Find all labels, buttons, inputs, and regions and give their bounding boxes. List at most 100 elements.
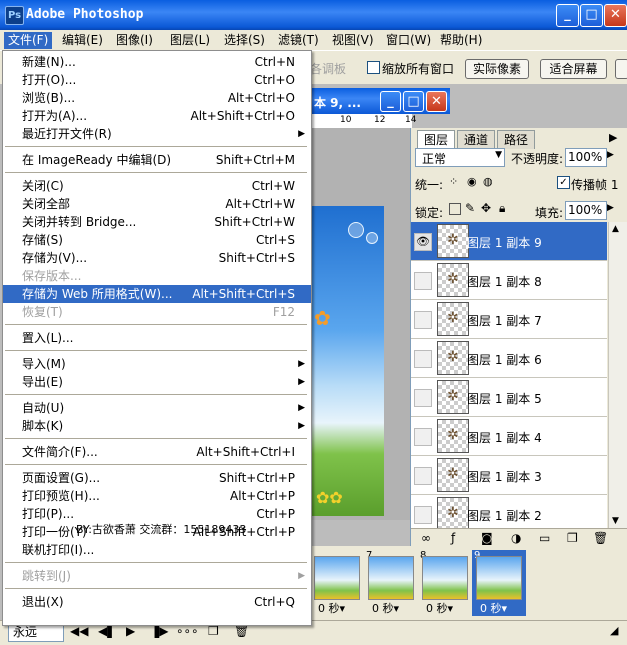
layer-row[interactable]: 👁︎ ✲ 图层 1 副本 9 <box>411 222 607 261</box>
file-menu-item[interactable]: 新建(N)... Ctrl+N <box>3 53 311 71</box>
layer-row[interactable]: ✲ 图层 1 副本 3 <box>411 456 607 495</box>
unify-visibility-icon[interactable]: ◉ <box>467 175 477 188</box>
layers-scrollbar[interactable]: ▲ ▼ <box>608 222 627 528</box>
doc-close-button[interactable]: ✕ <box>426 91 447 112</box>
new-layer-icon[interactable]: ❐ <box>567 531 578 545</box>
link-layers-icon[interactable]: ∞ <box>421 531 431 545</box>
file-menu-item[interactable]: 退出(X) Ctrl+Q <box>3 593 311 611</box>
eye-icon[interactable]: 👁︎ <box>414 233 432 251</box>
file-menu-item[interactable]: 关闭并转到 Bridge... Shift+Ctrl+W <box>3 213 311 231</box>
file-menu-item[interactable]: 关闭全部 Alt+Ctrl+W <box>3 195 311 213</box>
layer-row[interactable]: ✲ 图层 1 副本 6 <box>411 339 607 378</box>
menu-file[interactable]: 文件(F) <box>4 32 53 49</box>
fill-slider-arrow[interactable]: ▶ <box>607 203 614 213</box>
visibility-toggle[interactable] <box>414 467 432 485</box>
delete-frame-icon[interactable]: 🗑︎ <box>234 624 249 638</box>
menu-window[interactable]: 窗口(W) <box>382 32 435 49</box>
unify-style-icon[interactable]: ◍ <box>483 175 493 188</box>
layer-row[interactable]: ✲ 图层 1 副本 7 <box>411 300 607 339</box>
layer-mask-icon[interactable]: ◙ <box>481 531 493 545</box>
tab-channels[interactable]: 通道 <box>457 130 496 149</box>
file-menu-item[interactable]: 存储为(V)... Shift+Ctrl+S <box>3 249 311 267</box>
frame-delay[interactable]: 0 秒▾ <box>318 600 345 616</box>
file-menu-item[interactable]: 打开(O)... Ctrl+O <box>3 71 311 89</box>
file-menu-item[interactable]: 文件简介(F)... Alt+Shift+Ctrl+I <box>3 443 311 461</box>
opacity-input[interactable]: 100% <box>565 148 607 167</box>
file-menu-item[interactable]: 置入(L)... <box>3 329 311 347</box>
frame-delay[interactable]: 0 秒▾ <box>426 600 453 616</box>
menu-image[interactable]: 图像(I) <box>112 32 157 49</box>
tween-icon[interactable]: ∘∘∘ <box>176 624 199 638</box>
prev-frame-icon[interactable]: ◀▌ <box>98 624 116 638</box>
visibility-toggle[interactable] <box>414 428 432 446</box>
blend-mode-select[interactable]: 正常 ▼ <box>415 148 505 167</box>
fit-screen-button[interactable]: 适合屏幕 <box>540 59 607 79</box>
minimize-button[interactable]: _ <box>556 4 579 27</box>
resize-grip-icon[interactable]: ◢ <box>610 624 618 637</box>
zoom-all-windows-checkbox[interactable] <box>367 61 380 74</box>
layer-row[interactable]: ✲ 图层 1 副本 5 <box>411 378 607 417</box>
frame-delay[interactable]: 0 秒▾ <box>480 600 507 616</box>
animation-frame[interactable]: 7 0 秒▾ <box>364 550 416 616</box>
menu-help[interactable]: 帮助(H) <box>436 32 486 49</box>
layer-style-icon[interactable]: ƒ <box>451 531 455 545</box>
file-menu-item[interactable]: 脚本(K) ▶ <box>3 417 311 435</box>
lock-move-icon[interactable]: ✥ <box>481 201 491 215</box>
actual-pixels-button[interactable]: 实际像素 <box>465 59 529 79</box>
animation-frame-selected[interactable]: 9 0 秒▾ <box>472 550 526 616</box>
panel-menu-icon[interactable]: ▶ <box>609 131 617 144</box>
animation-frame[interactable]: 0 秒▾ <box>310 550 362 616</box>
maximize-button[interactable]: □ <box>580 4 603 27</box>
tab-layers[interactable]: 图层 <box>417 130 456 149</box>
document-image[interactable]: ✿ ✿✿ <box>312 206 384 516</box>
next-frame-icon[interactable]: ▐▶ <box>150 624 168 638</box>
menu-layer[interactable]: 图层(L) <box>166 32 214 49</box>
menu-select[interactable]: 选择(S) <box>220 32 269 49</box>
visibility-toggle[interactable] <box>414 506 432 524</box>
file-menu-item[interactable]: 打印预览(H)... Alt+Ctrl+P <box>3 487 311 505</box>
doc-maximize-button[interactable]: □ <box>403 91 424 112</box>
adjustment-layer-icon[interactable]: ◑ <box>511 531 521 545</box>
file-menu-item[interactable]: 存储(S) Ctrl+S <box>3 231 311 249</box>
trash-icon[interactable]: 🗑︎ <box>593 531 608 545</box>
menu-edit[interactable]: 编辑(E) <box>58 32 107 49</box>
visibility-toggle[interactable] <box>414 389 432 407</box>
file-menu-item[interactable]: 浏览(B)... Alt+Ctrl+O <box>3 89 311 107</box>
file-menu-item[interactable]: 存储为 Web 所用格式(W)... Alt+Shift+Ctrl+S <box>3 285 311 303</box>
layer-row[interactable]: ✲ 图层 1 副本 8 <box>411 261 607 300</box>
new-group-icon[interactable]: ▭ <box>539 531 550 545</box>
visibility-toggle[interactable] <box>414 350 432 368</box>
play-icon[interactable]: ▶ <box>126 624 135 638</box>
visibility-toggle[interactable] <box>414 311 432 329</box>
file-menu-item[interactable]: 导入(M) ▶ <box>3 355 311 373</box>
fill-input[interactable]: 100% <box>565 201 607 220</box>
file-menu-item[interactable]: 在 ImageReady 中编辑(D) Shift+Ctrl+M <box>3 151 311 169</box>
scroll-down-arrow[interactable]: ▼ <box>612 516 619 526</box>
visibility-toggle[interactable] <box>414 272 432 290</box>
menu-view[interactable]: 视图(V) <box>328 32 378 49</box>
duplicate-frame-icon[interactable]: ❐ <box>208 624 219 638</box>
doc-minimize-button[interactable]: _ <box>380 91 401 112</box>
lock-transparency-icon[interactable] <box>449 203 461 215</box>
layer-row[interactable]: ✲ 图层 1 副本 2 <box>411 495 607 528</box>
file-menu-item[interactable]: 联机打印(I)... <box>3 541 311 559</box>
frame-delay[interactable]: 0 秒▾ <box>372 600 399 616</box>
first-frame-icon[interactable]: ◀◀ <box>70 624 88 638</box>
file-menu-item[interactable]: 关闭(C) Ctrl+W <box>3 177 311 195</box>
lock-paint-icon[interactable]: ✎ <box>465 201 475 215</box>
file-menu-item[interactable]: 最近打开文件(R) ▶ <box>3 125 311 143</box>
file-menu-item[interactable]: 页面设置(G)... Shift+Ctrl+P <box>3 469 311 487</box>
close-button[interactable]: ✕ <box>604 4 627 27</box>
tab-paths[interactable]: 路径 <box>497 130 536 149</box>
file-menu-item[interactable]: 打开为(A)... Alt+Shift+Ctrl+O <box>3 107 311 125</box>
menu-filter[interactable]: 滤镜(T) <box>274 32 323 49</box>
opacity-slider-arrow[interactable]: ▶ <box>607 150 614 160</box>
file-menu-item[interactable]: 自动(U) ▶ <box>3 399 311 417</box>
layer-row[interactable]: ✲ 图层 1 副本 4 <box>411 417 607 456</box>
animation-frame[interactable]: 8 0 秒▾ <box>418 550 470 616</box>
unify-position-icon[interactable]: ⁘ <box>449 175 458 188</box>
scroll-up-arrow[interactable]: ▲ <box>612 224 619 234</box>
lock-all-icon[interactable]: 🔒︎ <box>499 201 505 216</box>
file-menu-item[interactable]: 导出(E) ▶ <box>3 373 311 391</box>
propagate-frame-checkbox[interactable]: ✓ <box>557 176 570 189</box>
